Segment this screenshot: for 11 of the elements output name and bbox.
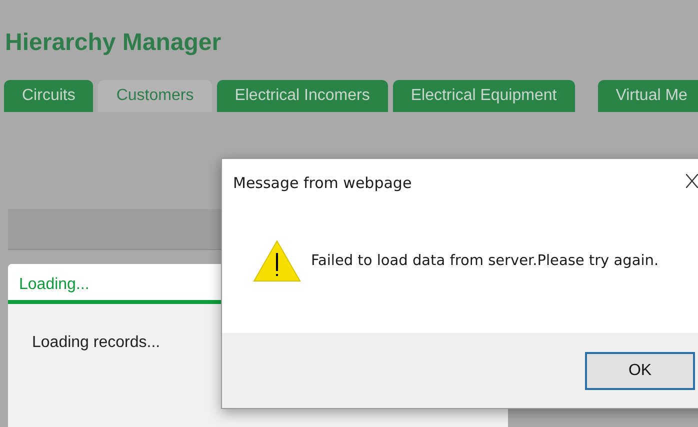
tab[interactable]: Circuits <box>4 80 94 112</box>
tab[interactable]: Electrical Incomers <box>216 80 388 112</box>
ok-button[interactable]: OK <box>585 352 695 390</box>
warning-icon <box>253 240 301 282</box>
page-title: Hierarchy Manager <box>4 28 222 58</box>
dialog-title: Message from webpage <box>233 174 412 194</box>
tab[interactable]: Electrical Equipment <box>392 80 575 112</box>
loading-message: Loading records... <box>31 333 162 352</box>
tab[interactable]: Virtual Me <box>598 80 698 112</box>
close-icon[interactable] <box>686 174 698 188</box>
tab[interactable]: Customers <box>98 80 212 112</box>
